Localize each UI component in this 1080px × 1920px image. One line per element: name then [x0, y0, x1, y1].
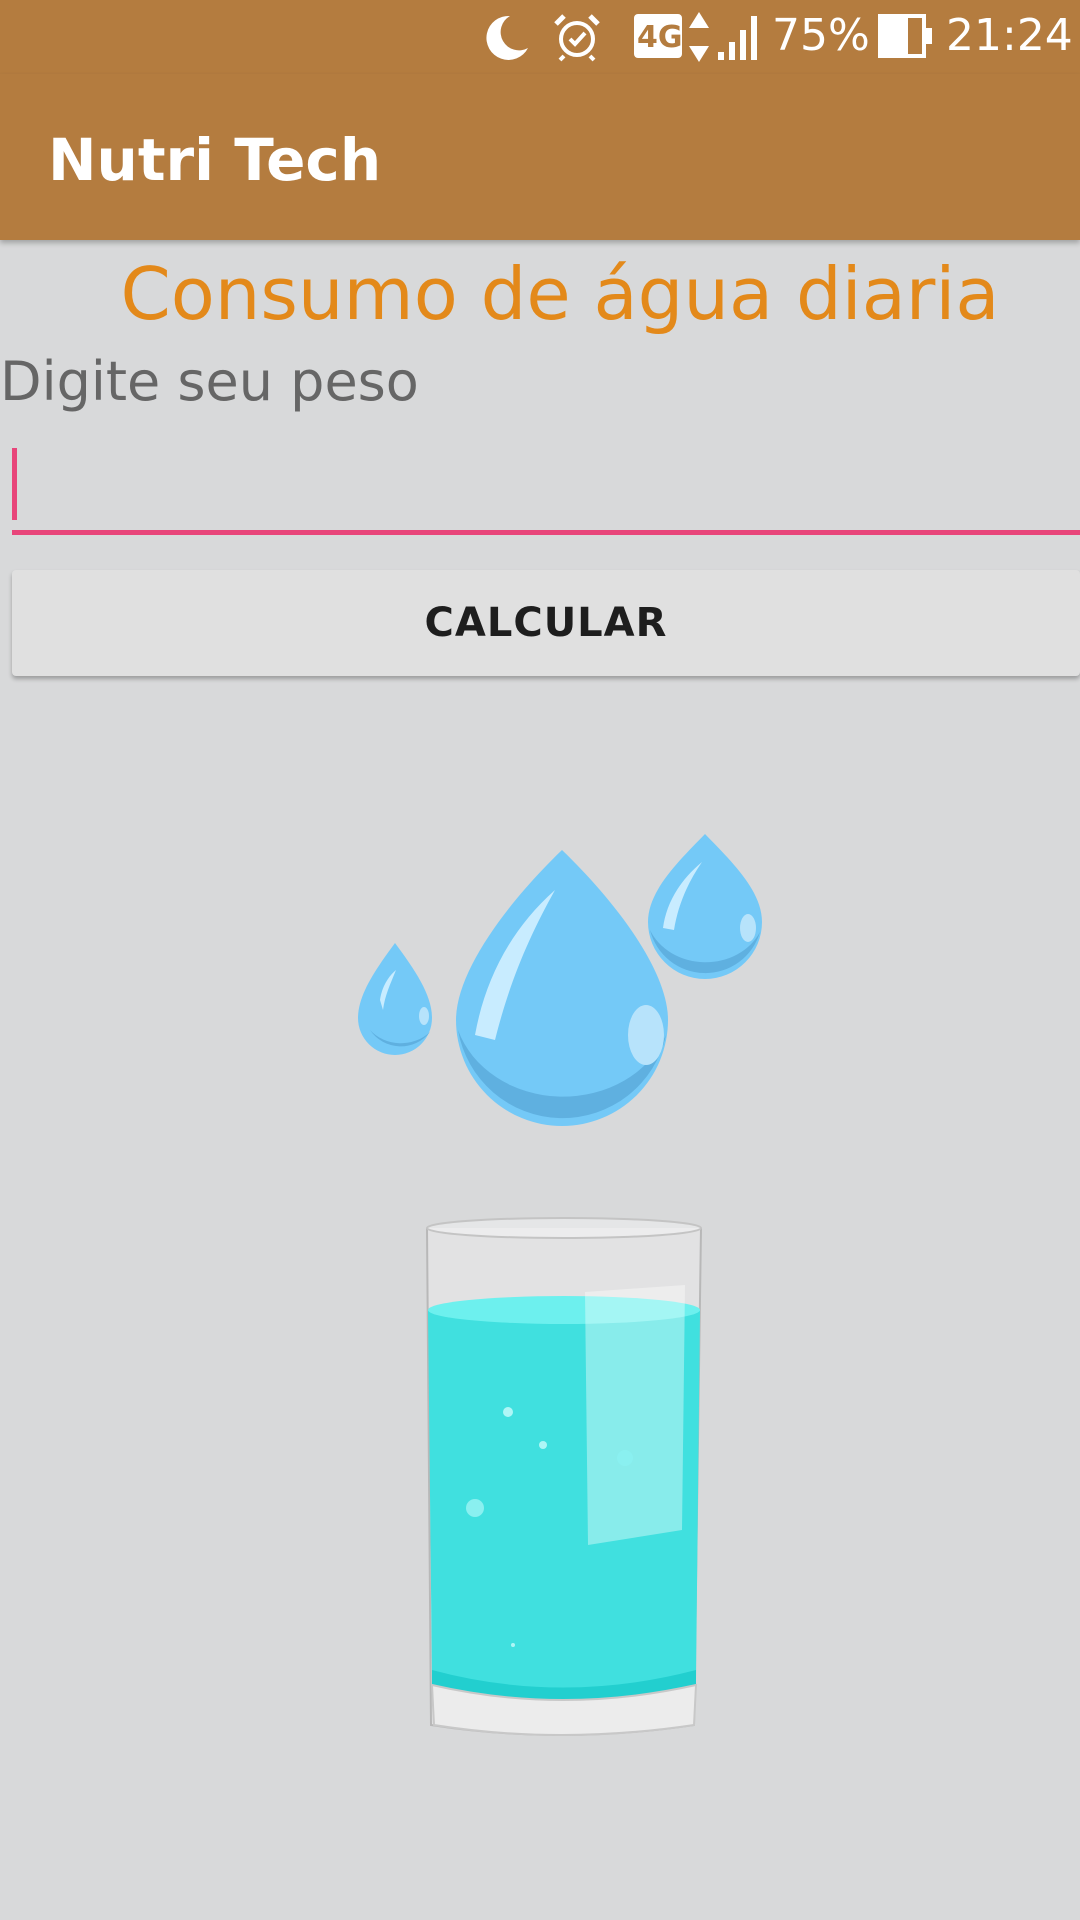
status-icons: 4G 75% 21:24	[480, 0, 1080, 74]
alarm-icon	[554, 14, 600, 62]
battery-icon	[878, 14, 932, 58]
app-title: Nutri Tech	[48, 126, 382, 194]
water-drops-icon	[358, 834, 762, 1126]
battery-percent: 75%	[772, 10, 870, 61]
network-4g-icon: 4G	[634, 14, 683, 58]
app-bar: Nutri Tech	[0, 74, 1080, 240]
water-glass-icon	[426, 1217, 702, 1736]
water-illustration	[330, 820, 790, 1740]
weight-input[interactable]	[12, 440, 1080, 535]
data-arrows-icon	[689, 12, 709, 62]
signal-icon	[718, 16, 757, 60]
calculate-button[interactable]: CALCULAR	[12, 570, 1080, 676]
weight-label: Digite seu peso	[0, 350, 419, 413]
text-cursor	[12, 448, 17, 520]
status-bar: 4G 75% 21:24	[0, 0, 1080, 74]
network-label: 4G	[637, 20, 683, 55]
page-heading: Consumo de água diaria	[120, 252, 1000, 336]
status-time: 21:24	[946, 10, 1073, 61]
moon-icon	[486, 15, 528, 60]
